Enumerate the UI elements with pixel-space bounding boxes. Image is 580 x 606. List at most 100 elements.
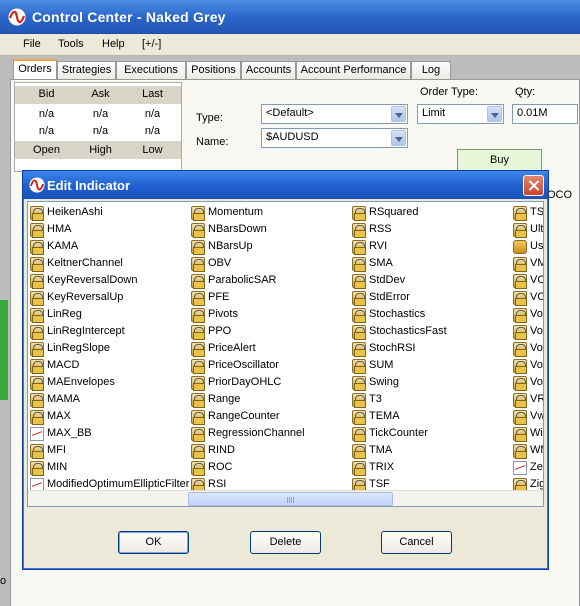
- list-item[interactable]: TickCounter: [352, 425, 447, 442]
- lock-icon: [352, 443, 366, 459]
- menu-help[interactable]: Help: [102, 38, 125, 50]
- lock-icon: [352, 409, 366, 425]
- list-item[interactable]: VO: [513, 289, 543, 306]
- buy-button[interactable]: Buy: [457, 149, 542, 171]
- list-item[interactable]: MFI: [30, 442, 189, 459]
- list-item[interactable]: KAMA: [30, 238, 189, 255]
- list-item-label: PriorDayOHLC: [208, 376, 282, 388]
- close-icon[interactable]: [523, 175, 544, 196]
- list-item[interactable]: MAX_BB: [30, 425, 189, 442]
- chevron-down-icon[interactable]: [487, 106, 502, 122]
- lock-icon: [30, 205, 44, 221]
- list-item[interactable]: Stochastics: [352, 306, 447, 323]
- list-item[interactable]: RIND: [191, 442, 305, 459]
- tab-orders[interactable]: Orders: [13, 59, 57, 80]
- list-item[interactable]: TMA: [352, 442, 447, 459]
- list-item[interactable]: NBarsUp: [191, 238, 305, 255]
- tab-account-performance[interactable]: Account Performance: [296, 61, 411, 79]
- list-item[interactable]: MAMA: [30, 391, 189, 408]
- list-item[interactable]: HeikenAshi: [30, 204, 189, 221]
- list-item[interactable]: RSS: [352, 221, 447, 238]
- list-item[interactable]: ParabolicSAR: [191, 272, 305, 289]
- list-item[interactable]: TSI: [513, 204, 543, 221]
- list-item[interactable]: HMA: [30, 221, 189, 238]
- list-item[interactable]: VM: [513, 255, 543, 272]
- list-item[interactable]: SMA: [352, 255, 447, 272]
- lock-icon: [191, 239, 205, 255]
- list-item-label: VR: [530, 393, 544, 405]
- chevron-down-icon[interactable]: [391, 130, 406, 146]
- list-item[interactable]: MAEnvelopes: [30, 374, 189, 391]
- list-item[interactable]: KeltnerChannel: [30, 255, 189, 272]
- list-item[interactable]: NBarsDown: [191, 221, 305, 238]
- list-item[interactable]: LinRegIntercept: [30, 323, 189, 340]
- list-item[interactable]: Vol: [513, 306, 543, 323]
- list-item[interactable]: LinReg: [30, 306, 189, 323]
- list-item[interactable]: MIN: [30, 459, 189, 476]
- list-item-label: MFI: [47, 444, 66, 456]
- list-item[interactable]: OBV: [191, 255, 305, 272]
- list-item[interactable]: WM: [513, 442, 543, 459]
- list-item[interactable]: TEMA: [352, 408, 447, 425]
- list-item[interactable]: VO: [513, 272, 543, 289]
- list-item[interactable]: PPO: [191, 323, 305, 340]
- list-item[interactable]: MACD: [30, 357, 189, 374]
- list-item[interactable]: Momentum: [191, 204, 305, 221]
- list-item[interactable]: Swing: [352, 374, 447, 391]
- list-item[interactable]: LinRegSlope: [30, 340, 189, 357]
- tab-log[interactable]: Log: [411, 61, 451, 79]
- order-type-combo[interactable]: Limit: [417, 104, 504, 124]
- list-item[interactable]: PFE: [191, 289, 305, 306]
- list-item[interactable]: ROC: [191, 459, 305, 476]
- lock-icon: [30, 324, 44, 340]
- list-item[interactable]: RangeCounter: [191, 408, 305, 425]
- tab-positions[interactable]: Positions: [186, 61, 241, 79]
- scrollbar-thumb[interactable]: [188, 492, 393, 506]
- list-item[interactable]: RVI: [352, 238, 447, 255]
- type-combo[interactable]: <Default>: [261, 104, 408, 124]
- menu-file[interactable]: File: [23, 38, 41, 50]
- list-item[interactable]: KeyReversalUp: [30, 289, 189, 306]
- lock-icon: [191, 290, 205, 306]
- horizontal-scrollbar[interactable]: [28, 490, 543, 506]
- cancel-button[interactable]: Cancel: [381, 531, 452, 554]
- list-item[interactable]: PriceOscillator: [191, 357, 305, 374]
- tab-accounts[interactable]: Accounts: [241, 61, 296, 79]
- list-item[interactable]: StdError: [352, 289, 447, 306]
- list-item[interactable]: VR: [513, 391, 544, 408]
- list-item[interactable]: Vw: [513, 408, 543, 425]
- name-combo[interactable]: $AUDUSD: [261, 128, 408, 148]
- list-item[interactable]: PriorDayOHLC: [191, 374, 305, 391]
- ok-button[interactable]: OK: [118, 531, 189, 554]
- chevron-down-icon[interactable]: [391, 106, 406, 122]
- delete-button[interactable]: Delete: [250, 531, 321, 554]
- list-item[interactable]: PriceAlert: [191, 340, 305, 357]
- list-item[interactable]: Vol: [513, 323, 543, 340]
- tab-strategies[interactable]: Strategies: [57, 61, 116, 79]
- list-item[interactable]: Range: [191, 391, 305, 408]
- list-item[interactable]: TRIX: [352, 459, 447, 476]
- list-item[interactable]: Zer: [513, 459, 543, 476]
- list-item[interactable]: SUM: [352, 357, 447, 374]
- lock-icon: [30, 443, 44, 459]
- list-item[interactable]: Vol: [513, 357, 543, 374]
- list-item[interactable]: RSquared: [352, 204, 447, 221]
- menu-toggle[interactable]: [+/-]: [142, 38, 161, 50]
- list-item[interactable]: Vol: [513, 374, 543, 391]
- list-item[interactable]: MAX: [30, 408, 189, 425]
- list-item[interactable]: Wil: [513, 425, 543, 442]
- list-item[interactable]: Vol: [513, 340, 543, 357]
- list-item[interactable]: RegressionChannel: [191, 425, 305, 442]
- qty-field[interactable]: 0.01M: [512, 104, 578, 124]
- list-item[interactable]: T3: [352, 391, 447, 408]
- list-item[interactable]: Use: [513, 238, 543, 255]
- list-item[interactable]: Pivots: [191, 306, 305, 323]
- list-item[interactable]: StochasticsFast: [352, 323, 447, 340]
- indicator-list[interactable]: HeikenAshi HMA KAMA KeltnerChannel KeyRevers…: [27, 201, 544, 507]
- list-item[interactable]: KeyReversalDown: [30, 272, 189, 289]
- list-item[interactable]: StochRSI: [352, 340, 447, 357]
- list-item[interactable]: Ulti: [513, 221, 543, 238]
- tab-executions[interactable]: Executions: [116, 61, 186, 79]
- menu-tools[interactable]: Tools: [58, 38, 84, 50]
- list-item[interactable]: StdDev: [352, 272, 447, 289]
